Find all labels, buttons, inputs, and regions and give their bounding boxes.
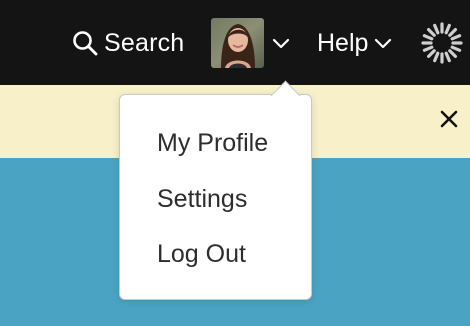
menu-item-my-profile[interactable]: My Profile (157, 125, 268, 161)
chevron-down-icon (374, 37, 392, 49)
user-dropdown-menu: My Profile Settings Log Out (119, 80, 312, 300)
chevron-down-icon (272, 37, 290, 49)
top-navigation-bar: Search Help (0, 0, 470, 85)
user-menu-button[interactable] (211, 18, 295, 68)
user-avatar[interactable] (211, 18, 264, 68)
search-icon (72, 30, 98, 56)
menu-item-log-out[interactable]: Log Out (157, 236, 246, 272)
banner-close-button[interactable] (435, 107, 463, 135)
close-icon (439, 109, 459, 134)
search-label: Search (104, 29, 185, 57)
search-button[interactable]: Search (72, 24, 184, 62)
help-menu-button[interactable]: Help (317, 24, 392, 62)
menu-item-settings[interactable]: Settings (157, 181, 247, 217)
brand-logo-icon[interactable] (420, 21, 464, 65)
help-label: Help (317, 29, 369, 57)
